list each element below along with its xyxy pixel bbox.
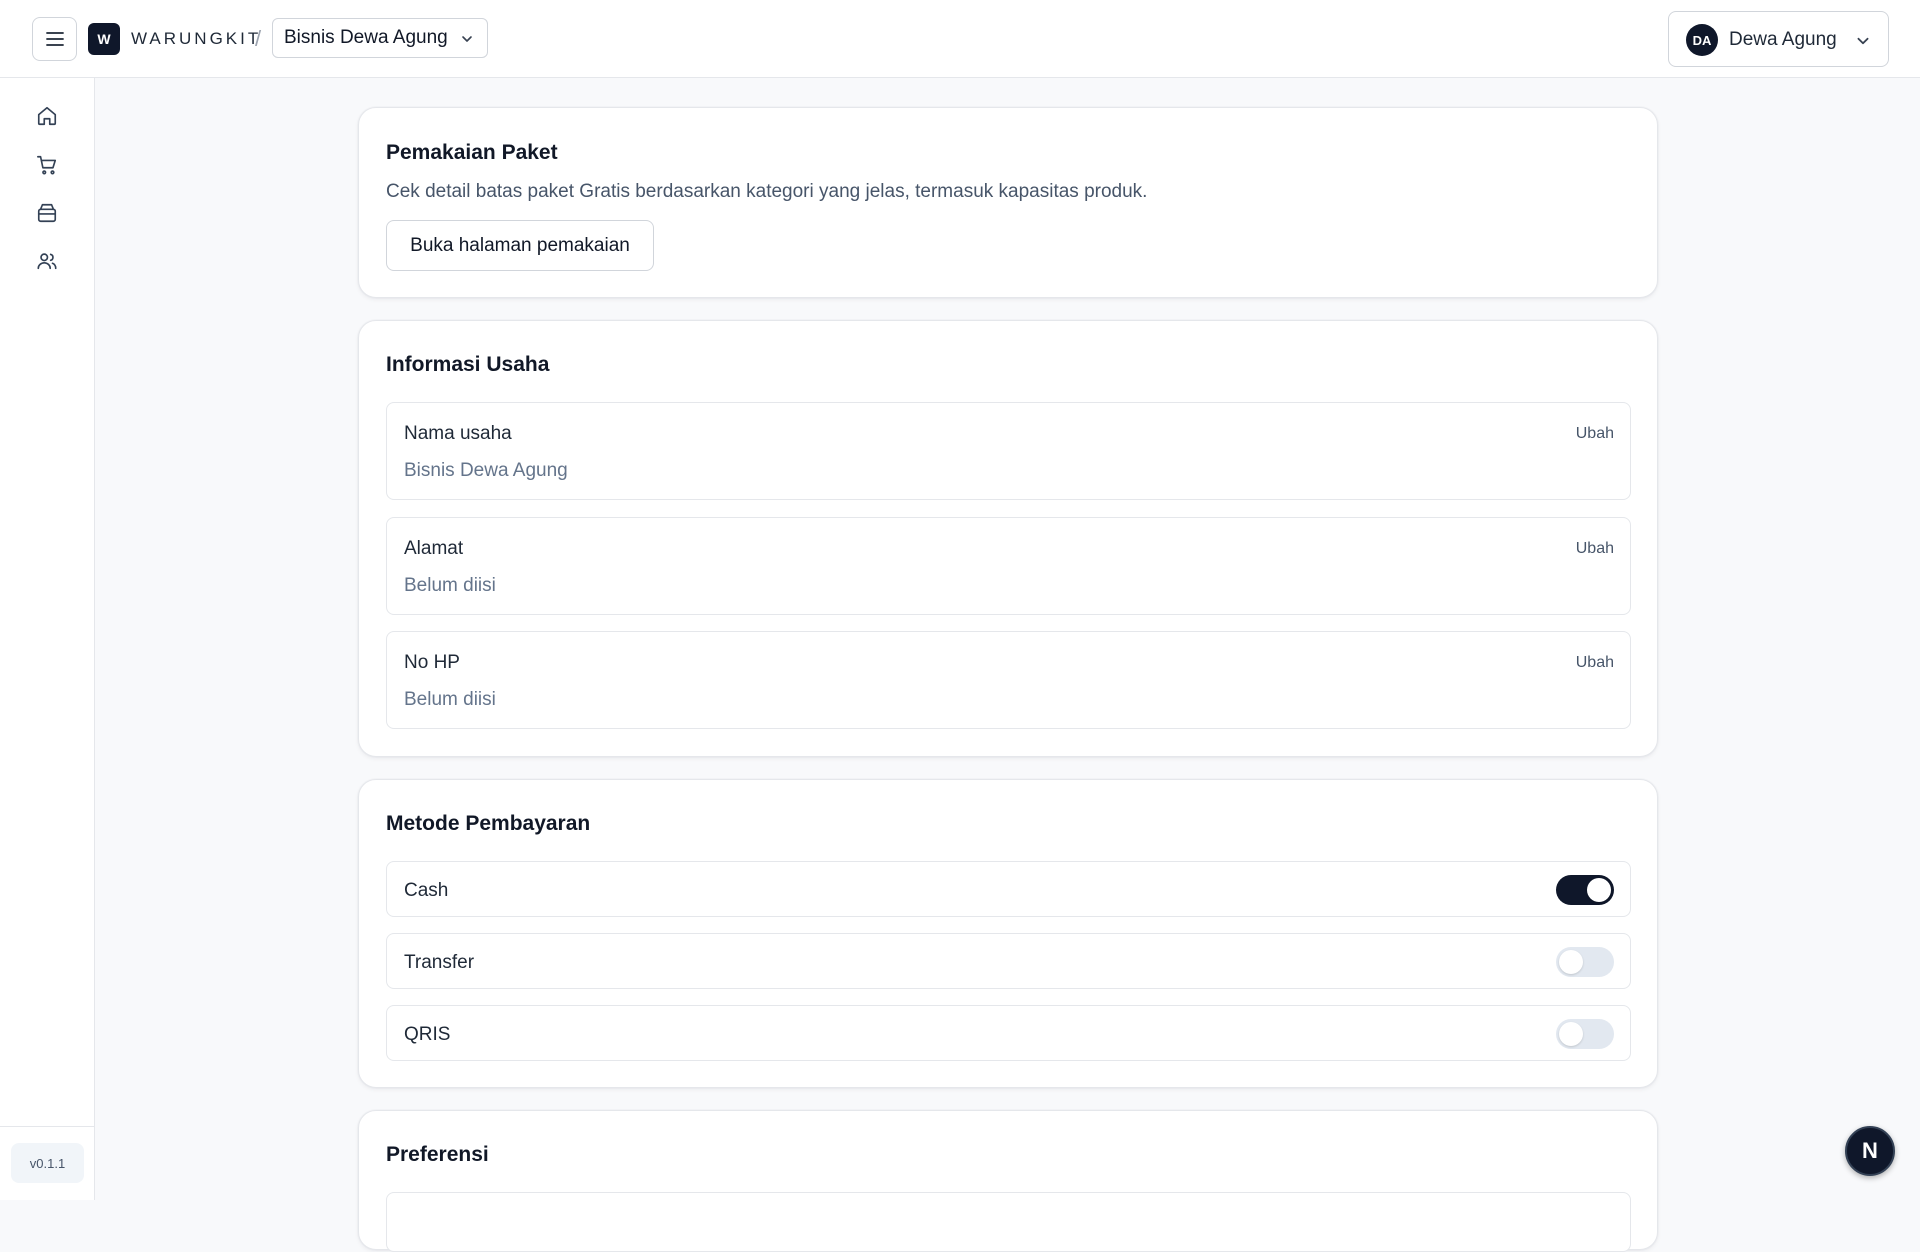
field-address: Alamat Belum diisi Ubah	[386, 517, 1631, 615]
field-phone: No HP Belum diisi Ubah	[386, 631, 1631, 729]
business-selector-label: Bisnis Dewa Agung	[284, 27, 448, 48]
top-bar: W WARUNGKIT / Bisnis Dewa Agung DA Dewa …	[0, 0, 1920, 78]
field-label: Nama usaha	[404, 423, 512, 444]
sidebar-item-cart[interactable]	[32, 150, 62, 180]
payment-method-row: Transfer	[386, 933, 1631, 989]
field-label: Alamat	[404, 538, 464, 559]
payment-method-row: QRIS	[386, 1005, 1631, 1061]
open-usage-page-button[interactable]: Buka halaman pemakaian	[386, 220, 654, 271]
usage-card-title: Pemakaian Paket	[386, 141, 558, 164]
field-business-name: Nama usaha Bisnis Dewa Agung Ubah	[386, 402, 1631, 500]
qris-toggle[interactable]	[1556, 1019, 1614, 1049]
business-info-card: Informasi Usaha Nama usaha Bisnis Dewa A…	[358, 320, 1658, 757]
edit-business-name-link[interactable]: Ubah	[1576, 425, 1614, 443]
edit-address-link[interactable]: Ubah	[1576, 540, 1614, 558]
logo-mark: W	[88, 23, 120, 55]
home-icon	[37, 106, 57, 126]
toggle-knob	[1587, 878, 1611, 902]
payment-methods-card: Metode Pembayaran Cash Transfer QRIS	[358, 779, 1658, 1088]
sidebar-item-home[interactable]	[32, 101, 62, 131]
avatar: DA	[1686, 24, 1718, 56]
toggle-knob	[1559, 950, 1583, 974]
business-info-title: Informasi Usaha	[386, 353, 550, 376]
usage-card-description: Cek detail batas paket Gratis berdasarka…	[386, 181, 1148, 202]
payment-method-label: QRIS	[404, 1024, 451, 1045]
chevron-down-icon	[462, 36, 472, 42]
cash-toggle[interactable]	[1556, 875, 1614, 905]
sidebar-item-users[interactable]	[32, 246, 62, 276]
preferences-title: Preferensi	[386, 1143, 489, 1166]
users-icon	[37, 253, 57, 270]
menu-toggle-button[interactable]	[32, 17, 77, 61]
payment-method-label: Transfer	[404, 952, 475, 973]
toggle-knob	[1559, 1022, 1583, 1046]
brand-name: WARUNGKIT	[131, 29, 262, 48]
sidebar: v0.1.1	[0, 78, 95, 1200]
field-value: Belum diisi	[404, 575, 496, 596]
breadcrumb-separator: /	[255, 26, 262, 51]
menu-icon	[45, 32, 64, 46]
field-value: Belum diisi	[404, 689, 496, 710]
preferences-card: Preferensi	[358, 1110, 1658, 1252]
field-label: No HP	[404, 652, 460, 673]
cart-icon	[37, 155, 57, 175]
chevron-down-icon	[1857, 37, 1869, 45]
user-name: Dewa Agung	[1729, 29, 1837, 50]
usage-card: Pemakaian Paket Cek detail batas paket G…	[358, 107, 1658, 298]
preferences-row	[386, 1192, 1631, 1252]
edit-phone-link[interactable]: Ubah	[1576, 654, 1614, 672]
dev-tools-badge[interactable]: N	[1845, 1126, 1895, 1176]
version-badge: v0.1.1	[11, 1143, 84, 1183]
payment-method-label: Cash	[404, 880, 449, 901]
user-menu-button[interactable]: DA Dewa Agung	[1668, 11, 1889, 67]
box-icon	[37, 203, 57, 223]
transfer-toggle[interactable]	[1556, 947, 1614, 977]
payment-method-row: Cash	[386, 861, 1631, 917]
business-selector[interactable]: Bisnis Dewa Agung	[272, 18, 488, 58]
payment-methods-title: Metode Pembayaran	[386, 812, 591, 835]
field-value: Bisnis Dewa Agung	[404, 460, 568, 481]
sidebar-item-products[interactable]	[32, 198, 62, 228]
